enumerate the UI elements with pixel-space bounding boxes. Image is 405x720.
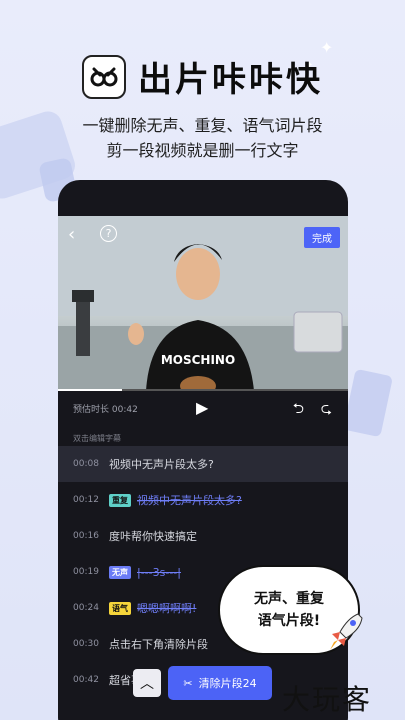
svg-text:MOSCHINO: MOSCHINO	[161, 353, 235, 367]
bubble-line: 无声、重复	[254, 591, 324, 607]
page-title: 出片咔咔快	[138, 60, 323, 100]
row-timestamp: 00:24	[73, 603, 99, 613]
back-icon[interactable]: ‹	[68, 224, 75, 245]
chevron-up-icon[interactable]: ︿	[133, 669, 161, 697]
video-toolbar: ‹ ? 完成	[58, 216, 348, 254]
edit-hint: 双击编辑字幕	[73, 434, 121, 443]
row-text: 视频中无声片段太多?	[109, 458, 214, 471]
row-timestamp: 00:19	[73, 567, 99, 577]
row-text: 嗯嗯啊啊啊!	[137, 602, 197, 615]
row-text: 度咔帮你快速搞定	[109, 530, 197, 543]
row-timestamp: 00:16	[73, 531, 99, 541]
player-controls: 预估时长 00:42 ▶ ⮌ ⮎	[58, 391, 348, 425]
rocket-icon	[330, 613, 363, 650]
undo-icon[interactable]: ⮌	[293, 398, 304, 422]
hero-header: 出片咔咔快 一键删除无声、重复、语气词片段 剪一段视频就是删一行文字	[0, 52, 405, 163]
subtitle: 一键删除无声、重复、语气词片段	[82, 116, 323, 135]
bubble-line: 语气片段!	[257, 613, 321, 629]
row-text: |---3s---|	[137, 565, 181, 579]
row-text: 视频中无声片段太多?	[137, 494, 242, 507]
row-timestamp: 00:08	[73, 459, 99, 469]
row-timestamp: 00:12	[73, 495, 99, 505]
done-button[interactable]: 完成	[304, 227, 340, 248]
subtitle: 剪一段视频就是删一行文字	[106, 141, 299, 160]
segment-tag: 无声	[109, 565, 131, 579]
decor-shape	[342, 368, 394, 438]
app-logo-icon	[82, 54, 126, 99]
watermark: 大玩客	[282, 683, 373, 716]
scissors-icon: ✂	[183, 676, 193, 690]
subtitle-row[interactable]: 00:16 度咔帮你快速搞定	[58, 518, 348, 554]
segment-tag: 重复	[109, 493, 131, 507]
clear-segments-label: 清除片段24	[198, 677, 257, 690]
row-text: 点击右下角清除片段	[109, 638, 208, 651]
play-icon[interactable]: ▶	[196, 398, 208, 417]
redo-icon[interactable]: ⮎	[321, 398, 332, 422]
row-timestamp: 00:30	[73, 639, 99, 649]
clear-segments-button[interactable]: ✂ 清除片段24	[168, 666, 272, 700]
subtitle-row[interactable]: 00:12 重复 视频中无声片段太多?	[58, 482, 348, 518]
subtitle-row[interactable]: 00:08 视频中无声片段太多?	[58, 446, 348, 482]
help-icon[interactable]: ?	[100, 225, 117, 242]
segment-tag: 语气	[109, 601, 131, 615]
estimated-duration: 预估时长 00:42	[73, 405, 138, 415]
